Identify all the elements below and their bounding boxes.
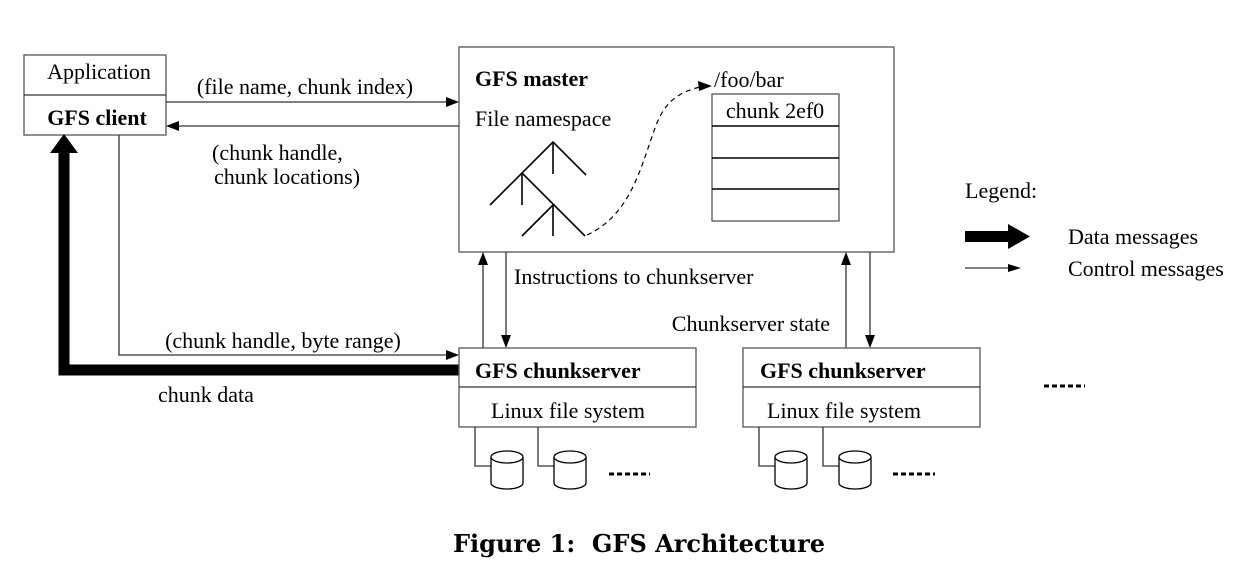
chunkserver-1: GFS chunkserver Linux file system [458,347,697,490]
legend-control-arrow-icon [965,264,1021,272]
reply-arrowhead [166,121,179,131]
file-namespace-label: File namespace [475,106,611,131]
gfs-master-title: GFS master [475,66,588,91]
figure-caption: Figure 1: GFS Architecture [453,529,825,558]
reply-label-line2: chunk locations) [214,164,360,189]
request-label: (file name, chunk index) [197,74,413,99]
cs1-state-arrow [478,252,488,348]
disk-icon [490,450,524,490]
disk-icon [774,450,808,490]
chunk-data-label: chunk data [158,382,254,407]
linux-fs-label: Linux file system [491,398,645,423]
gfs-architecture-diagram: Application GFS client GFS master File n… [23,46,1224,558]
linux-fs-label: Linux file system [767,398,921,423]
cs2-instruction-arrow [865,252,875,348]
legend: Legend: Data messages Control messages [965,178,1224,281]
legend-control-label: Control messages [1068,256,1224,281]
legend-data-arrow-icon [965,224,1030,249]
instructions-label: Instructions to chunkserver [514,264,754,289]
request-arrowhead [446,97,459,107]
disk-icon [838,450,872,490]
legend-data-label: Data messages [1068,224,1198,249]
file-path-label: /foo/bar [714,67,784,92]
chunkserver-state-label: Chunkserver state [672,311,830,336]
read-request-arrowhead [446,350,459,360]
chunk-table-row: chunk 2ef0 [726,98,824,123]
read-request-label: (chunk handle, byte range) [165,328,401,353]
cs2-state-arrow [841,252,851,348]
gfs-client-label: GFS client [47,105,147,130]
chunk-table: chunk 2ef0 [711,93,840,222]
client-box: Application GFS client [23,54,167,136]
chunk-data-arrowhead [50,134,78,153]
chunkserver-title: GFS chunkserver [475,358,641,383]
reply-arrow [166,121,459,131]
reply-label-line1: (chunk handle, [212,140,343,165]
cs1-instruction-arrow [501,252,511,348]
legend-title: Legend: [965,178,1037,203]
application-label: Application [47,59,151,84]
disk-icon [553,450,587,490]
chunkserver-title: GFS chunkserver [760,358,926,383]
master-box: GFS master File namespace /foo/bar chunk… [458,46,895,253]
chunkserver-2: GFS chunkserver Linux file system [742,347,981,490]
